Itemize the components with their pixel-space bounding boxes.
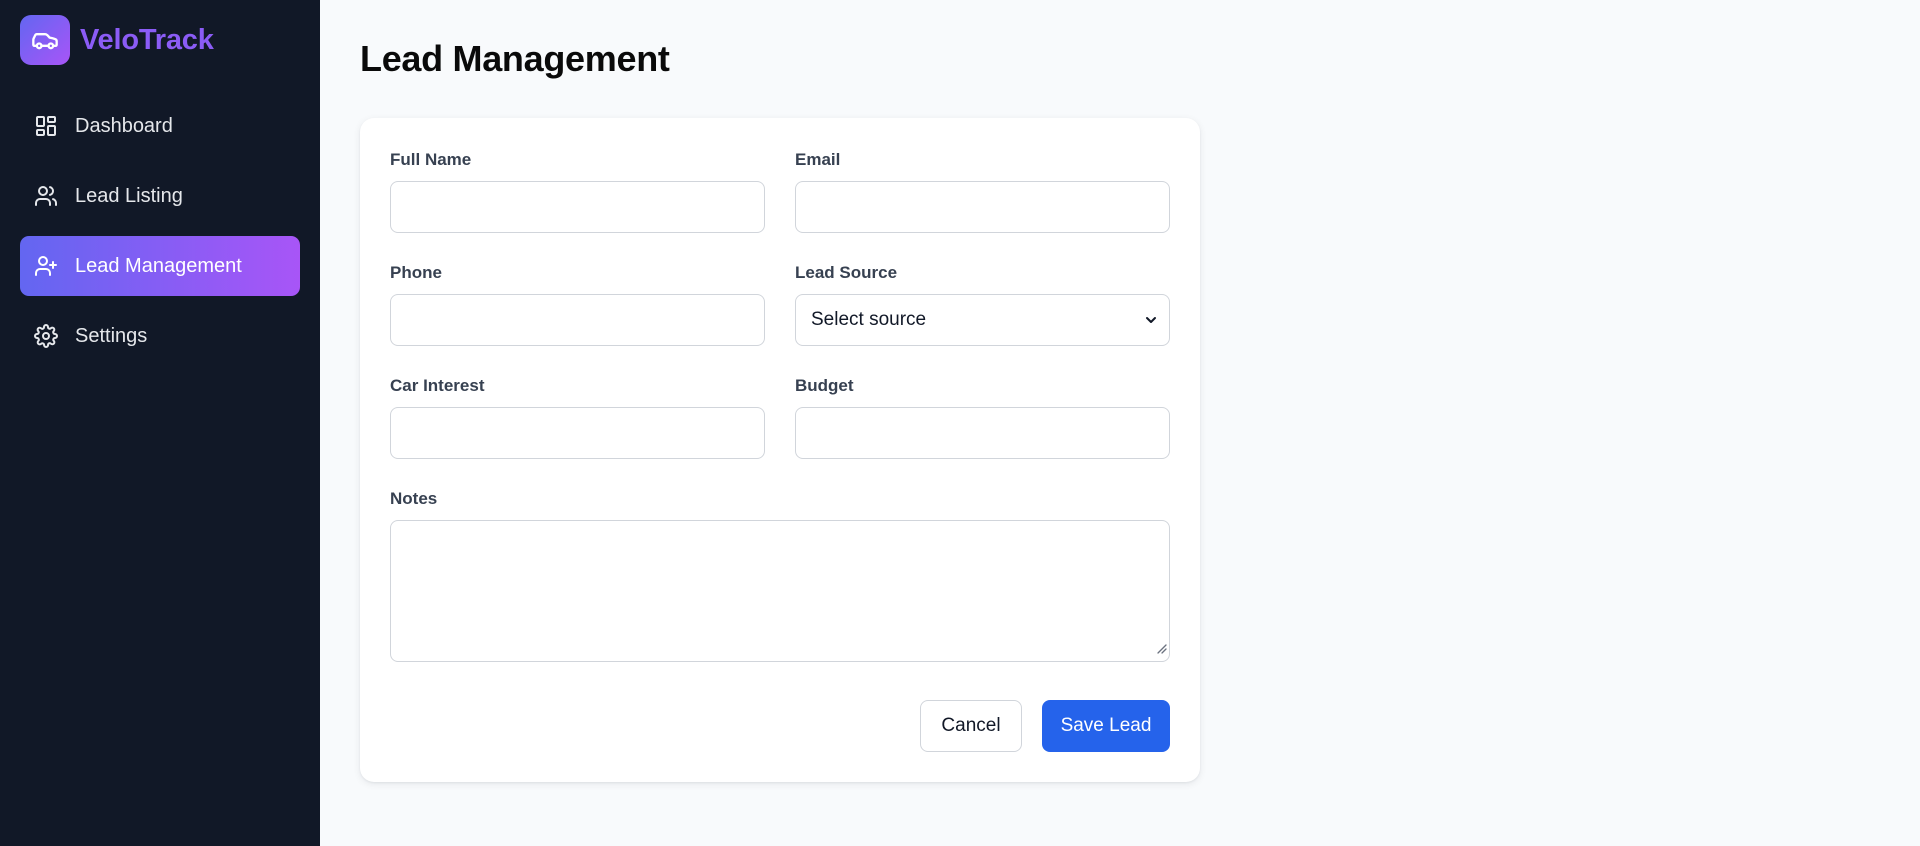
car-icon — [20, 15, 70, 65]
sidebar-item-label: Settings — [75, 324, 148, 347]
sidebar: VeloTrack Dashboard Lead Listing Lead Ma… — [0, 0, 320, 846]
car-interest-field-group: Car Interest — [390, 376, 765, 459]
page-title: Lead Management — [360, 38, 670, 79]
phone-field-group: Phone — [390, 263, 765, 346]
sidebar-item-dashboard[interactable]: Dashboard — [20, 96, 300, 156]
phone-input[interactable] — [390, 294, 765, 346]
sidebar-nav: Dashboard Lead Listing Lead Management S… — [20, 96, 300, 366]
full-name-input[interactable] — [390, 181, 765, 233]
email-input[interactable] — [795, 181, 1170, 233]
users-icon — [34, 184, 58, 208]
budget-field-group: Budget — [795, 376, 1170, 459]
sidebar-item-label: Lead Listing — [75, 184, 183, 207]
save-lead-button[interactable]: Save Lead — [1042, 700, 1170, 752]
sidebar-item-settings[interactable]: Settings — [20, 306, 300, 366]
brand[interactable]: VeloTrack — [20, 14, 300, 66]
email-field-group: Email — [795, 150, 1170, 233]
car-interest-input[interactable] — [390, 407, 765, 459]
form-actions: Cancel Save Lead — [390, 700, 1170, 752]
cancel-button[interactable]: Cancel — [920, 700, 1022, 752]
lead-form-card: Full Name Email Phone Lead Source Select… — [360, 118, 1200, 782]
brand-name: VeloTrack — [80, 23, 214, 56]
full-name-field-group: Full Name — [390, 150, 765, 233]
car-interest-label: Car Interest — [390, 376, 485, 395]
lead-source-label: Lead Source — [795, 263, 898, 282]
sidebar-item-label: Dashboard — [75, 114, 173, 137]
gear-icon — [34, 324, 58, 348]
sidebar-item-label: Lead Management — [75, 254, 242, 277]
resize-handle-icon[interactable] — [1155, 641, 1167, 659]
user-plus-icon — [34, 254, 58, 278]
lead-form-grid: Full Name Email Phone Lead Source Select… — [390, 150, 1170, 459]
budget-label: Budget — [795, 376, 854, 395]
lead-source-field-group: Lead Source Select source — [795, 263, 1170, 346]
notes-label: Notes — [390, 489, 438, 508]
full-name-label: Full Name — [390, 150, 472, 169]
notes-field-group: Notes — [390, 489, 1170, 662]
notes-textarea[interactable] — [390, 520, 1170, 662]
chevron-down-icon — [1143, 312, 1159, 333]
app-root: VeloTrack Dashboard Lead Listing Lead Ma… — [0, 0, 1920, 846]
dashboard-icon — [34, 114, 58, 138]
lead-source-selected-value: Select source — [811, 309, 927, 330]
budget-input[interactable] — [795, 407, 1170, 459]
sidebar-item-lead-management[interactable]: Lead Management — [20, 236, 300, 296]
phone-label: Phone — [390, 263, 442, 282]
email-label: Email — [795, 150, 841, 169]
lead-source-select[interactable]: Select source — [795, 294, 1170, 346]
sidebar-item-lead-listing[interactable]: Lead Listing — [20, 166, 300, 226]
main-content: Lead Management Full Name Email Phone Le… — [320, 0, 1920, 846]
